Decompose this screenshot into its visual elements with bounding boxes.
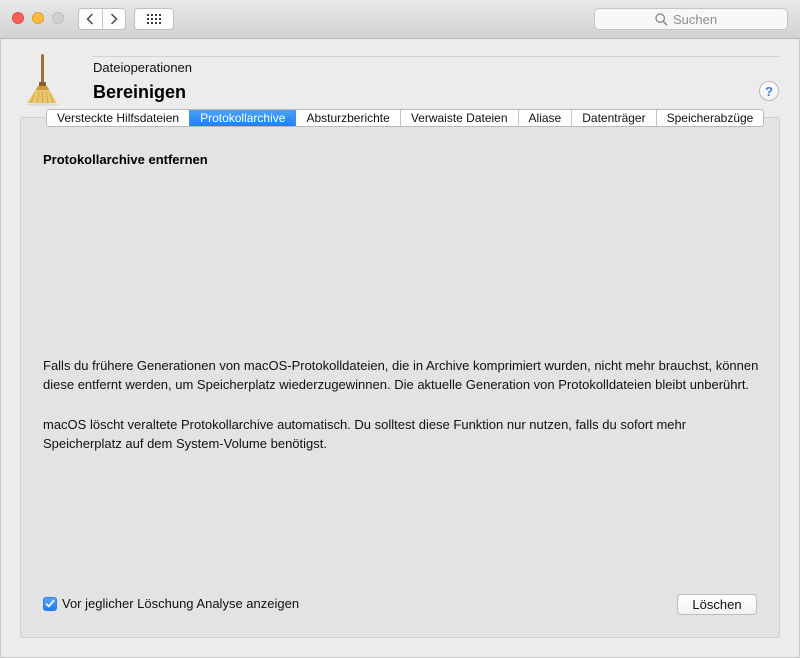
forward-button[interactable] [101, 9, 126, 29]
search-icon [655, 12, 668, 26]
toolbar [0, 0, 800, 39]
tab-aliase[interactable]: Aliase [517, 110, 572, 126]
analysis-checkbox-row[interactable]: Vor jeglicher Löschung Analyse anzeigen [43, 596, 299, 611]
tab-verwaiste-dateien[interactable]: Verwaiste Dateien [399, 110, 518, 126]
help-button[interactable]: ? [759, 81, 779, 101]
page-title: Bereinigen [93, 82, 187, 102]
help-icon: ? [765, 83, 773, 99]
navigation-buttons [78, 8, 126, 30]
delete-button[interactable]: Löschen [677, 594, 757, 615]
checkmark-icon [45, 599, 55, 608]
category-label: Dateioperationen [93, 60, 193, 75]
tab-absturzberichte[interactable]: Absturzberichte [295, 110, 400, 126]
tab-protokollarchive[interactable]: Protokollarchive [189, 110, 296, 126]
back-button[interactable] [79, 9, 102, 29]
zoom-window-button[interactable] [52, 12, 64, 24]
analysis-checkbox[interactable] [43, 596, 57, 611]
description-paragraph-1: Falls du frühere Generationen von macOS-… [43, 358, 759, 392]
analysis-checkbox-label: Vor jeglicher Löschung Analyse anzeigen [62, 596, 300, 611]
tab-bar: Versteckte Hilfsdateien Protokollarchive… [46, 109, 765, 127]
search-field[interactable] [594, 8, 788, 30]
chevron-left-icon [86, 13, 94, 25]
header-divider [93, 56, 780, 57]
tab-datentraeger[interactable]: Datenträger [571, 110, 656, 126]
show-all-button[interactable] [134, 8, 174, 30]
broom-icon [25, 54, 59, 106]
chevron-right-icon [110, 13, 118, 25]
close-window-button[interactable] [12, 12, 24, 24]
app-window: Dateioperationen Bereinigen ? Versteckte… [0, 0, 800, 658]
section-title: Protokollarchive entfernen [43, 152, 208, 167]
description-paragraph-2: macOS löscht veraltete Protokollarchive … [43, 417, 687, 451]
grid-icon [147, 14, 161, 24]
tab-speicherabzuege[interactable]: Speicherabzüge [655, 110, 764, 126]
search-input[interactable] [673, 11, 727, 27]
minimize-window-button[interactable] [32, 12, 44, 24]
tab-versteckte-hilfsdateien[interactable]: Versteckte Hilfsdateien [47, 110, 190, 126]
